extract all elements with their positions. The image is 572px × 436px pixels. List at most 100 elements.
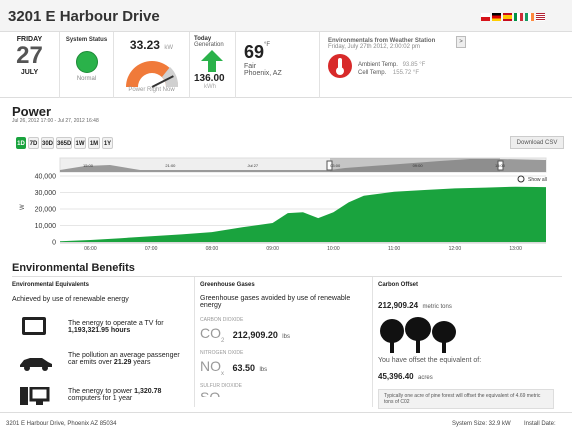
offset-text: You have offset the equivalent of:: [378, 357, 482, 364]
y-tick-label: 0: [52, 240, 56, 247]
system-status-label: System Status: [65, 37, 108, 43]
greenhouse-gases-column: Greenhouse Gases Greenhouse gases avoide…: [195, 277, 373, 407]
system-status-value: Normal: [76, 76, 97, 82]
language-flags: [481, 13, 561, 23]
env-equivalents-title: Environmental Equivalents: [12, 282, 90, 288]
arrow-up-icon: [201, 50, 223, 72]
range-button-1y[interactable]: 1Y: [102, 137, 113, 149]
env-benefits-title: Environmental Benefits: [12, 262, 135, 274]
co2-row: CO2 212,909.20 lbs: [200, 325, 372, 344]
download-csv-button[interactable]: Download CSV: [510, 136, 564, 149]
thermometer-icon: [328, 54, 352, 78]
tv-value: 1,193,321.95 hours: [68, 327, 131, 334]
cell-temp-value: 155.72 °F: [392, 70, 419, 76]
ghg-title: Greenhouse Gases: [200, 282, 255, 288]
x-tick-label: 10:00: [327, 246, 340, 252]
x-tick-label: 13:00: [509, 246, 522, 252]
carbon-offset-unit: metric tons: [422, 304, 452, 310]
footer-address: 3201 E Harbour Drive, Phoenix AZ 85034: [6, 421, 117, 427]
x-tick-label: 08:00: [206, 246, 219, 252]
flag-irish-icon[interactable]: [525, 13, 534, 21]
x-tick-label: 12:00: [449, 246, 462, 252]
power-gauge-icon: [125, 61, 178, 88]
computer-text: The energy to power: [68, 388, 133, 395]
co2-label: CARBON DIOXIDE: [200, 317, 244, 323]
acres-unit: acres: [418, 375, 433, 381]
env-next-button[interactable]: >: [456, 36, 466, 48]
computer-icon: [20, 387, 50, 405]
cell-temp-row: Cell Temp. 155.72 °F: [358, 70, 419, 76]
x-tick-label: 07:00: [145, 246, 158, 252]
computer-equivalent: The energy to power 1,320.78 computers f…: [68, 388, 192, 402]
sox-symbol: SO: [200, 389, 221, 398]
tv-icon: [22, 317, 46, 335]
carbon-offset-title: Carbon Offset: [378, 282, 419, 288]
flag-spanish-icon[interactable]: [503, 13, 512, 21]
range-button-365d[interactable]: 365D: [56, 137, 72, 149]
range-button-1w[interactable]: 1W: [74, 137, 86, 149]
zoom-out-icon: [517, 175, 525, 183]
y-tick-label: 30,000: [35, 190, 57, 197]
nox-unit: lbs: [259, 367, 268, 374]
x-tick-label: 09:00: [266, 246, 279, 252]
ambient-temp-label: Ambient Temp.: [358, 62, 398, 68]
power-title: Power: [12, 104, 52, 119]
acres-row: 45,396.40 acres: [378, 366, 562, 384]
system-status-panel: System Status Normal: [60, 32, 114, 98]
computer-suffix: computers for 1 year: [68, 395, 133, 402]
range-button-1m[interactable]: 1M: [88, 137, 100, 149]
offset-note: Typically one acre of pine forest will o…: [378, 389, 554, 409]
acres-value: 45,396.40: [378, 372, 414, 381]
navigator-tick-label: 21:00: [165, 163, 176, 168]
flag-italian-icon[interactable]: [514, 13, 523, 21]
navigator-tick-label: 03:00: [330, 163, 341, 168]
carbon-offset-column: Carbon Offset 212,909.24 metric tons You…: [373, 277, 562, 409]
status-ok-icon: [75, 51, 98, 73]
today-generation-panel: Today Generation 136.00 kWh: [190, 32, 236, 98]
range-button-7d[interactable]: 7D: [28, 137, 39, 149]
co2-value: 212,909.20: [232, 330, 278, 340]
weather-temp: 69: [244, 42, 265, 62]
power-subtitle: Jul 26, 2012 17:00 - Jul 27, 2012 16:48: [12, 118, 99, 124]
cell-temp-label: Cell Temp.: [358, 70, 387, 76]
x-axis-ticks: 06:00 07:00 08:00 09:00 10:00 11:00 12:00 13:00: [60, 242, 546, 252]
weather-location: Phoenix, AZ: [244, 70, 282, 77]
footer-install-date: Install Date:: [524, 421, 556, 427]
power-now-caption: Power Right Now: [128, 87, 175, 93]
ambient-temp-value: 93.85 °F: [402, 62, 426, 68]
weather-condition: Fair: [244, 63, 257, 70]
show-all-button[interactable]: Show all: [517, 175, 547, 183]
y-tick-label: 10,000: [35, 223, 57, 230]
co2-symbol: CO: [200, 325, 221, 341]
footer-system-size: System Size: 32.9 kW: [452, 421, 511, 427]
navigator-tick-label: 09:00: [413, 163, 424, 168]
flag-us-icon[interactable]: [536, 13, 545, 21]
computer-value: 1,320.78: [134, 388, 162, 395]
y-axis-ticks: 40,000 30,000 20,000 10,000 0: [35, 174, 57, 247]
forest-icon: [380, 317, 456, 353]
car-suffix: years: [133, 359, 151, 366]
today-value: 136.00: [194, 73, 225, 84]
site-header: 3201 E Harbour Drive: [0, 0, 572, 32]
range-button-30d[interactable]: 30D: [41, 137, 54, 149]
power-chart: 15:00 21:00 Jul 27 03:00 09:00 15:00 40,000 30…: [20, 157, 547, 252]
nox-row: NOx 63.50 lbs: [200, 358, 372, 377]
power-now-unit: kW: [164, 45, 174, 51]
tv-equivalent: The energy to operate a TV for 1,193,321…: [68, 320, 188, 334]
power-now-value: 33.23: [129, 38, 160, 52]
power-area-series: [60, 186, 546, 242]
co2-unit: lbs: [282, 334, 290, 340]
flag-german-icon[interactable]: [492, 13, 501, 21]
y-tick-label: 20,000: [35, 207, 57, 214]
carbon-offset-row: 212,909.24 metric tons: [378, 295, 562, 313]
y-tick-label: 40,000: [35, 174, 57, 181]
nox-symbol: NO: [200, 358, 221, 375]
x-tick-label: 11:00: [388, 246, 400, 252]
flag-czech-icon[interactable]: [481, 13, 490, 21]
navigator-tick-label: Jul 27: [247, 163, 258, 168]
ghg-subtitle: Greenhouse gases avoided by use of renew…: [200, 295, 351, 309]
ambient-temp-row: Ambient Temp. 93.85 °F: [358, 62, 425, 68]
co2-subscript: 2: [221, 338, 225, 345]
site-footer: 3201 E Harbour Drive, Phoenix AZ 85034 S…: [0, 412, 572, 436]
range-button-1d[interactable]: 1D: [16, 137, 26, 149]
